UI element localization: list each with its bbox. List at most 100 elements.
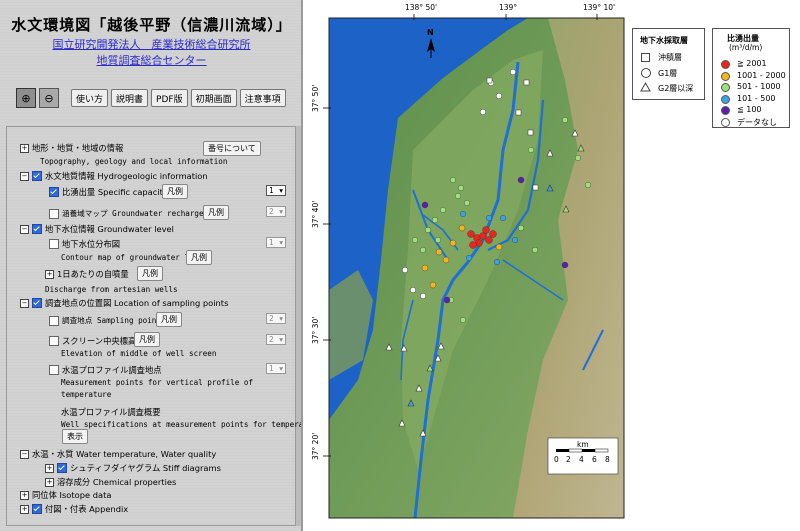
- legend-layer-item-2: G1層: [658, 69, 678, 78]
- manual-button[interactable]: 説明書: [111, 89, 149, 107]
- collapse-icon[interactable]: −: [20, 449, 29, 459]
- discharge-legend-button[interactable]: 凡例: [137, 266, 163, 281]
- tree-appendix: + 付図・付表 Appendix: [20, 503, 128, 515]
- tree-wq-label[interactable]: 水温・水質 Water temperature, Water quality: [32, 448, 216, 460]
- tree-isotope-label[interactable]: 同位体 Isotope data: [32, 489, 111, 501]
- tree-geo-label[interactable]: 地形・地質・地域の情報: [32, 142, 123, 154]
- spec-legend-button[interactable]: 凡例: [162, 184, 188, 199]
- appendix-checkbox[interactable]: [32, 504, 42, 514]
- tree-spec-label[interactable]: 比湧出量 Specific capacity: [62, 186, 168, 198]
- legend-cap-swatch: [721, 71, 730, 81]
- screen-select[interactable]: 2 ▾: [266, 334, 286, 345]
- sp-checkbox[interactable]: [49, 315, 59, 326]
- initial-view-button[interactable]: 初期画面: [190, 89, 237, 107]
- chevron-down-icon: ▾: [279, 207, 283, 216]
- collapse-icon[interactable]: −: [20, 298, 29, 308]
- recharge-select[interactable]: 2 ▾: [266, 206, 286, 217]
- zoom-out-button[interactable]: ⊖: [39, 88, 59, 108]
- tree-chem-label[interactable]: 溶存成分 Chemical properties: [57, 476, 176, 488]
- expand-icon[interactable]: +: [45, 463, 54, 473]
- spec-checkbox[interactable]: [49, 187, 59, 197]
- tree-contour: 地下水位分布図: [49, 238, 120, 250]
- legend-cap-label: 501 - 1000: [737, 82, 781, 91]
- legend-layer-title: 地下水採取層: [640, 36, 688, 45]
- contour-select[interactable]: 1 ▾: [266, 237, 286, 248]
- sp-select-value: 2: [269, 314, 274, 323]
- expand-icon[interactable]: +: [45, 269, 54, 279]
- circle-marker-icon: [641, 68, 651, 78]
- sampling-checkbox[interactable]: [32, 298, 42, 308]
- lat-tick-1: 37° 50': [311, 84, 320, 112]
- howto-button[interactable]: 使い方: [71, 89, 109, 107]
- tree-temp-en2: temperature: [61, 390, 112, 399]
- tree-temp-label[interactable]: 水温プロファイル調査地点: [62, 364, 162, 376]
- contour-legend-button[interactable]: 凡例: [186, 250, 212, 265]
- tree-temp-summary: 水温プロファイル調査概要: [61, 407, 161, 417]
- recharge-checkbox[interactable]: [49, 208, 59, 219]
- tree-gwl-label[interactable]: 地下水位情報 Groundwater level: [45, 223, 174, 235]
- expand-icon[interactable]: +: [45, 477, 54, 487]
- temp-select[interactable]: 1 ▾: [266, 363, 286, 374]
- zoom-in-icon: ⊕: [21, 91, 31, 105]
- scale-tick-8: 8: [605, 455, 610, 464]
- chevron-down-icon: ▾: [279, 186, 283, 195]
- legend-cap-swatch: [721, 117, 730, 127]
- tree-screen-en: Elevation of middle of well screen: [61, 349, 217, 358]
- spec-select[interactable]: 1 ▾: [266, 185, 286, 196]
- scale-bar: [556, 448, 609, 453]
- page-title: 水文環境図「越後平野（信濃川流域）」: [11, 16, 292, 34]
- sp-legend-button[interactable]: 凡例: [156, 312, 182, 327]
- temp-checkbox[interactable]: [49, 365, 59, 375]
- pdf-button[interactable]: PDF版: [151, 89, 188, 107]
- legend-cap-swatch: [721, 94, 730, 104]
- tree-discharge-label[interactable]: 1日あたりの自噴量: [57, 268, 129, 280]
- org-link-gsj[interactable]: 地質調査総合センター: [0, 52, 301, 68]
- recharge-legend-button[interactable]: 凡例: [203, 205, 229, 220]
- expand-icon[interactable]: +: [20, 504, 29, 514]
- tree-gwl: − 地下水位情報 Groundwater level: [20, 223, 174, 235]
- chevron-down-icon: ▾: [279, 314, 283, 323]
- scale-tick-2: 2: [566, 455, 571, 464]
- tree-screen-label[interactable]: スクリーン中央標高: [62, 335, 136, 347]
- tree-sampling: − 調査地点の位置図 Location of sampling points: [20, 297, 228, 309]
- tree-discharge: + 1日あたりの自噴量: [45, 268, 129, 280]
- triangle-marker-icon: [640, 82, 651, 92]
- legend-cap-label: ≦ 100: [737, 105, 762, 114]
- expand-icon[interactable]: +: [20, 143, 29, 153]
- tree-wq: − 水温・水質 Water temperature, Water quality: [20, 448, 216, 460]
- lon-tick-3: 139° 10': [583, 3, 616, 12]
- sp-select[interactable]: 2 ▾: [266, 313, 286, 324]
- stiff-checkbox[interactable]: [57, 463, 67, 473]
- legend-cap-swatch: [721, 60, 730, 69]
- screen-select-value: 2: [269, 335, 274, 344]
- lat-tick-3: 37° 30': [311, 316, 320, 344]
- tree-sampling-label[interactable]: 調査地点の位置図 Location of sampling points: [45, 297, 228, 309]
- tree-geo: + 地形・地質・地域の情報: [20, 142, 123, 154]
- expand-icon[interactable]: +: [20, 490, 29, 500]
- collapse-icon[interactable]: −: [20, 171, 29, 181]
- tree-appendix-label[interactable]: 付図・付表 Appendix: [45, 503, 128, 515]
- legend-cap-label: データなし: [737, 117, 777, 127]
- tree-stiff: + シュティフダイヤグラム Stiff diagrams: [45, 462, 221, 474]
- hydro-checkbox[interactable]: [32, 171, 42, 181]
- chevron-down-icon: ▾: [279, 364, 283, 373]
- scale-unit: km: [577, 440, 589, 449]
- tree-sp-label[interactable]: 調査地点 Sampling points: [62, 315, 166, 326]
- number-info-button[interactable]: 番号について: [203, 141, 261, 156]
- collapse-icon[interactable]: −: [20, 224, 29, 234]
- temp-show-button[interactable]: 表示: [62, 429, 88, 444]
- screen-checkbox[interactable]: [49, 336, 59, 346]
- panel-scrollbar[interactable]: [296, 126, 301, 526]
- org-link-aist[interactable]: 国立研究開発法人 産業技術総合研究所: [0, 36, 301, 52]
- tree-stiff-label[interactable]: シュティフダイヤグラム Stiff diagrams: [70, 462, 221, 474]
- layer-panel: 水文環境図「越後平野（信濃川流域）」 国立研究開発法人 産業技術総合研究所 地質…: [0, 0, 303, 531]
- tree-contour-label[interactable]: 地下水位分布図: [62, 238, 120, 250]
- tree-hydro: − 水文地質情報 Hydrogeologic information: [20, 170, 208, 182]
- contour-checkbox[interactable]: [49, 239, 59, 249]
- tree-hydro-label[interactable]: 水文地質情報 Hydrogeologic information: [45, 170, 208, 182]
- screen-legend-button[interactable]: 凡例: [134, 332, 160, 347]
- notes-button[interactable]: 注意事項: [239, 89, 286, 107]
- zoom-in-button[interactable]: ⊕: [16, 88, 36, 108]
- tree-recharge-label[interactable]: 涵養域マップ Groundwater recharge map: [62, 208, 222, 219]
- gwl-checkbox[interactable]: [32, 224, 42, 234]
